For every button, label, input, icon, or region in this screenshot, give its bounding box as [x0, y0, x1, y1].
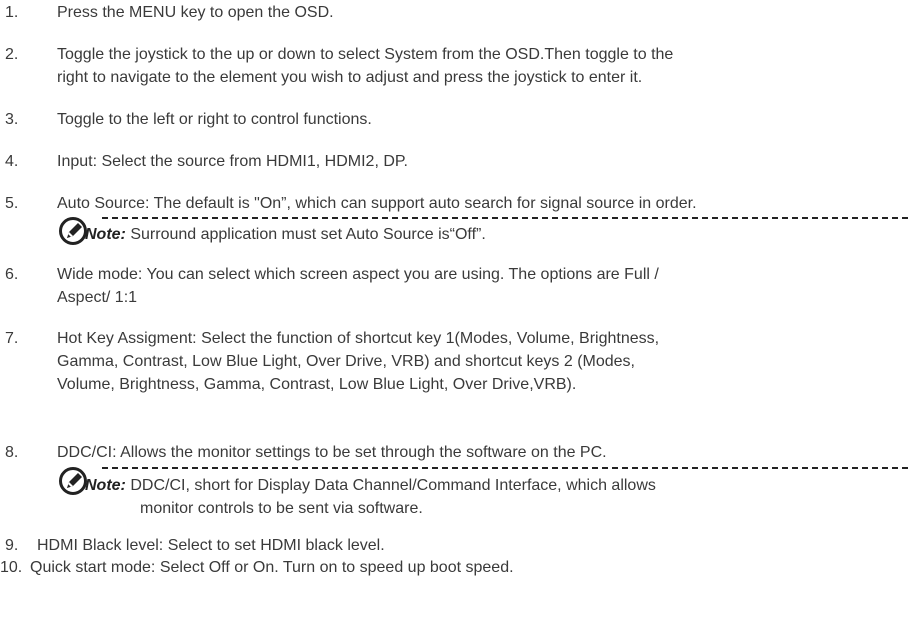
- item-number: 10.: [0, 559, 23, 576]
- item-text: HDMI Black level: Select to set HDMI bla…: [37, 537, 385, 554]
- item-text: Auto Source: The default is "On”, which …: [57, 195, 697, 212]
- item-number: 3.: [5, 111, 19, 128]
- item-text: Input: Select the source from HDMI1, HDM…: [57, 153, 408, 170]
- item-number: 4.: [5, 153, 19, 170]
- instruction-page: 1. Press the MENU key to open the OSD. 2…: [0, 0, 919, 641]
- item-text: right to navigate to the element you wis…: [57, 69, 643, 86]
- item-number: 9.: [5, 537, 19, 554]
- note-label: Note:: [85, 226, 126, 243]
- item-text: Press the MENU key to open the OSD.: [57, 4, 334, 21]
- item-text: Aspect/ 1:1: [57, 289, 138, 306]
- item-number: 5.: [5, 195, 19, 212]
- note-pencil-icon: [59, 217, 87, 245]
- item-text: Wide mode: You can select which screen a…: [57, 266, 659, 283]
- item-text: Hot Key Assigment: Select the function o…: [57, 330, 660, 347]
- note-divider: [102, 467, 908, 469]
- item-number: 7.: [5, 330, 19, 347]
- note-text: Surround application must set Auto Sourc…: [130, 226, 486, 243]
- item-text: Gamma, Contrast, Low Blue Light, Over Dr…: [57, 353, 635, 370]
- item-number: 2.: [5, 46, 19, 63]
- item-text: DDC/CI: Allows the monitor settings to b…: [57, 444, 607, 461]
- item-number: 6.: [5, 266, 19, 283]
- note-text: DDC/CI, short for Display Data Channel/C…: [130, 477, 656, 494]
- item-text: Volume, Brightness, Gamma, Contrast, Low…: [57, 376, 577, 393]
- item-text: Quick start mode: Select Off or On. Turn…: [30, 559, 514, 576]
- item-text: Toggle to the left or right to control f…: [57, 111, 372, 128]
- note-divider: [102, 217, 908, 219]
- note-text: monitor controls to be sent via software…: [140, 500, 423, 517]
- item-text: Toggle the joystick to the up or down to…: [57, 46, 674, 63]
- note-label: Note:: [85, 477, 126, 494]
- item-number: 1.: [5, 4, 19, 21]
- note-pencil-icon: [59, 467, 87, 495]
- item-number: 8.: [5, 444, 19, 461]
